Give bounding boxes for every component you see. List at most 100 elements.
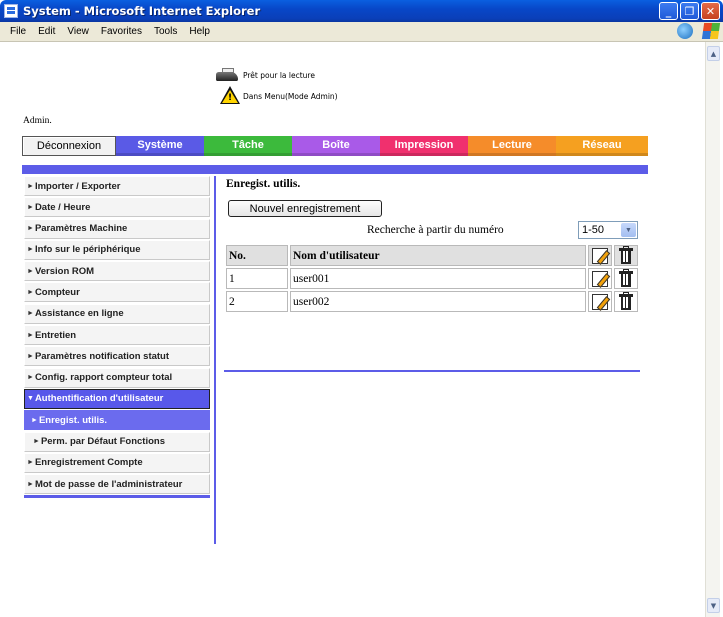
tab-impression[interactable]: Impression <box>380 136 468 156</box>
users-table: No. Nom d'utilisateur 1 user001 2 user00… <box>224 243 640 314</box>
sidebar-bottom-rule <box>24 495 210 499</box>
arrow-right-icon: ► <box>27 203 34 211</box>
column-header-name: Nom d'utilisateur <box>290 245 586 266</box>
tab-tache[interactable]: Tâche <box>204 136 292 156</box>
vertical-scrollbar[interactable]: ▲ ▼ <box>705 42 720 617</box>
sidebar-item-notification-statut[interactable]: ► Paramètres notification statut <box>24 346 210 367</box>
edit-icon[interactable] <box>592 293 608 310</box>
sidebar-item-version-rom[interactable]: ► Version ROM <box>24 261 210 282</box>
windows-flag-icon <box>701 23 721 39</box>
logout-button[interactable]: Déconnexion <box>22 136 116 156</box>
sidebar-item-enregistrement-compte[interactable]: ► Enregistrement Compte <box>24 452 210 473</box>
tab-systeme[interactable]: Système <box>116 136 204 156</box>
cell-name: user002 <box>290 291 586 312</box>
sidebar-item-entretien[interactable]: ► Entretien <box>24 325 210 346</box>
status-mode-text: Dans Menu(Mode Admin) <box>243 91 338 101</box>
chevron-down-icon[interactable]: ▼ <box>621 223 636 237</box>
sidebar-item-parametres-machine[interactable]: ► Paramètres Machine <box>24 218 210 239</box>
status-ready-text: Prêt pour la lecture <box>243 70 315 80</box>
menu-edit[interactable]: Edit <box>32 26 61 37</box>
sidebar-item-label: Enregistrement Compte <box>34 457 143 469</box>
sidebar-item-rapport-compteur[interactable]: ► Config. rapport compteur total <box>24 367 210 388</box>
tab-lecture[interactable]: Lecture <box>468 136 556 156</box>
table-row: 1 user001 <box>226 268 638 289</box>
menu-bar: File Edit View Favorites Tools Help <box>0 22 723 42</box>
printer-icon <box>216 68 240 82</box>
cell-no: 2 <box>226 291 288 312</box>
arrow-right-icon: ► <box>27 374 34 382</box>
sidebar-item-label: Paramètres Machine <box>34 223 128 235</box>
arrow-right-icon: ► <box>27 459 34 467</box>
ie-page-icon <box>4 4 18 18</box>
column-header-no: No. <box>226 245 288 266</box>
window-titlebar: System - Microsoft Internet Explorer _ ❐… <box>0 0 723 22</box>
close-button[interactable]: ✕ <box>701 2 720 20</box>
range-select[interactable]: 1-50 ▼ <box>578 221 638 239</box>
table-row: 2 user002 <box>226 291 638 312</box>
arrow-right-icon: ► <box>27 310 34 318</box>
sidebar-item-label: Assistance en ligne <box>34 308 124 320</box>
sidebar-item-label: Paramètres notification statut <box>34 350 170 362</box>
menu-view[interactable]: View <box>61 26 95 37</box>
user-label: Admin. <box>23 116 52 126</box>
minimize-button[interactable]: _ <box>659 2 678 20</box>
column-header-delete <box>614 245 638 266</box>
header-band <box>22 165 648 174</box>
scroll-down-icon[interactable]: ▼ <box>707 598 720 613</box>
cell-edit <box>588 268 612 289</box>
status-mode: ! Dans Menu(Mode Admin) <box>216 86 338 106</box>
edit-icon <box>592 247 608 264</box>
menu-tools[interactable]: Tools <box>148 26 183 37</box>
arrow-right-icon: ► <box>27 246 34 254</box>
cell-delete <box>614 291 638 312</box>
sidebar-item-label: Version ROM <box>34 265 95 277</box>
cell-name: user001 <box>290 268 586 289</box>
search-from-number-label: Recherche à partir du numéro <box>367 224 504 236</box>
cell-no: 1 <box>226 268 288 289</box>
arrow-right-icon: ► <box>27 288 34 296</box>
sidebar-item-label: Entretien <box>34 329 77 341</box>
sidebar-item-mot-de-passe-admin[interactable]: ► Mot de passe de l'administrateur <box>24 474 210 495</box>
maximize-button[interactable]: ❐ <box>680 2 699 20</box>
sidebar-item-label: Config. rapport compteur total <box>34 372 173 384</box>
arrow-down-icon: ▼ <box>27 395 34 403</box>
arrow-right-icon: ► <box>27 225 34 233</box>
sidebar-item-import-export[interactable]: ► Importer / Exporter <box>24 176 210 196</box>
table-header-row: No. Nom d'utilisateur <box>226 245 638 266</box>
page-title: Enregist. utilis. <box>226 178 301 190</box>
sidebar-item-info-peripherique[interactable]: ► Info sur le périphérique <box>24 239 210 260</box>
arrow-right-icon: ► <box>27 267 34 275</box>
window-title: System - Microsoft Internet Explorer <box>23 4 261 18</box>
panel-bottom-rule <box>224 370 640 372</box>
arrow-right-icon: ► <box>27 331 34 339</box>
trash-icon <box>619 246 633 264</box>
sidebar-item-perm-defaut[interactable]: ► Perm. par Défaut Fonctions <box>24 431 210 452</box>
menu-help[interactable]: Help <box>183 26 216 37</box>
sidebar-item-assistance[interactable]: ► Assistance en ligne <box>24 303 210 324</box>
sidebar-item-compteur[interactable]: ► Compteur <box>24 282 210 303</box>
tab-boite[interactable]: Boîte <box>292 136 380 156</box>
page-content: Prêt pour la lecture ! Dans Menu(Mode Ad… <box>0 42 705 617</box>
sidebar-item-date-heure[interactable]: ► Date / Heure <box>24 197 210 218</box>
trash-icon[interactable] <box>619 269 633 287</box>
arrow-right-icon: ► <box>33 438 40 446</box>
trash-icon[interactable] <box>619 292 633 310</box>
sidebar-item-label: Date / Heure <box>34 201 91 213</box>
top-tabs: Déconnexion Système Tâche Boîte Impressi… <box>22 136 648 156</box>
sidebar-item-enregist-utilis[interactable]: ► Enregist. utilis. <box>24 410 210 431</box>
status-ready: Prêt pour la lecture <box>216 68 315 82</box>
toolbar-globe-icon[interactable] <box>677 23 693 39</box>
arrow-right-icon: ► <box>27 480 34 488</box>
range-select-value: 1-50 <box>582 224 605 236</box>
arrow-right-icon: ► <box>27 352 34 360</box>
menu-file[interactable]: File <box>4 26 32 37</box>
edit-icon[interactable] <box>592 270 608 287</box>
scroll-up-icon[interactable]: ▲ <box>707 46 720 61</box>
sidebar: ► Importer / Exporter ► Date / Heure ► Para… <box>24 176 210 499</box>
menu-favorites[interactable]: Favorites <box>95 26 148 37</box>
new-registration-button[interactable]: Nouvel enregistrement <box>228 200 382 217</box>
sidebar-item-authentification[interactable]: ▼ Authentification d'utilisateur <box>24 388 210 409</box>
warning-icon: ! <box>216 86 240 106</box>
tab-reseau[interactable]: Réseau <box>556 136 648 156</box>
cell-edit <box>588 291 612 312</box>
